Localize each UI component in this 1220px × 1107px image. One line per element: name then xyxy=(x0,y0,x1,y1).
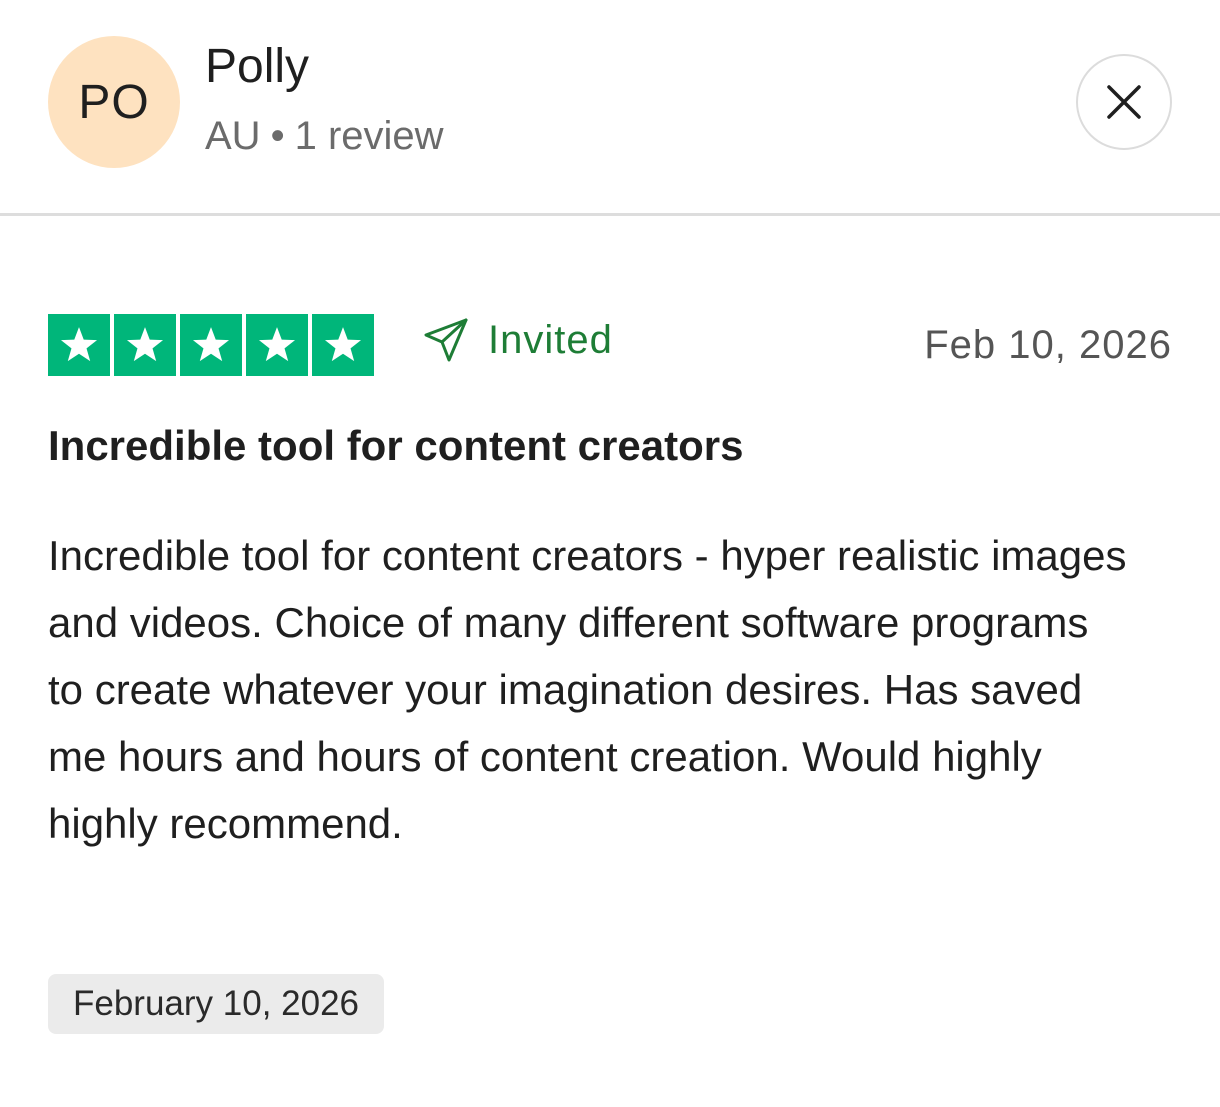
review-body: Incredible tool for content creators - h… xyxy=(48,532,1127,847)
star-icon xyxy=(60,327,98,362)
invited-label: Invited xyxy=(488,317,613,362)
review-title: Incredible tool for content creators xyxy=(48,422,744,469)
star-1 xyxy=(48,314,110,376)
star-rating xyxy=(48,314,374,376)
reviewer-review-count: 1 review xyxy=(294,114,444,158)
close-button[interactable] xyxy=(1076,54,1172,150)
star-icon xyxy=(324,327,362,362)
invited-badge: Invited xyxy=(422,316,613,364)
star-4 xyxy=(246,314,308,376)
experience-date-chip: February 10, 2026 xyxy=(48,974,385,1034)
star-3 xyxy=(180,314,242,376)
star-icon xyxy=(192,327,230,362)
rating-row: Invited Feb 10, 2026 xyxy=(48,314,1172,376)
meta-separator: • xyxy=(270,114,285,158)
reviewer-header: PO Polly AU • 1 review xyxy=(0,0,1220,216)
avatar: PO xyxy=(48,36,180,168)
star-5 xyxy=(312,314,374,376)
reviewer-meta: AU • 1 review xyxy=(205,108,444,164)
paper-plane-icon xyxy=(424,318,468,362)
close-icon xyxy=(1107,85,1141,119)
reviewer-name: Polly xyxy=(205,40,310,93)
star-icon xyxy=(258,327,296,362)
star-icon xyxy=(126,327,164,362)
star-2 xyxy=(114,314,176,376)
review-sheet: PO Polly AU • 1 review Invited Feb 10, 2… xyxy=(0,0,1220,1107)
reviewer-country: AU xyxy=(205,114,261,158)
review-date-short: Feb 10, 2026 xyxy=(924,323,1172,367)
